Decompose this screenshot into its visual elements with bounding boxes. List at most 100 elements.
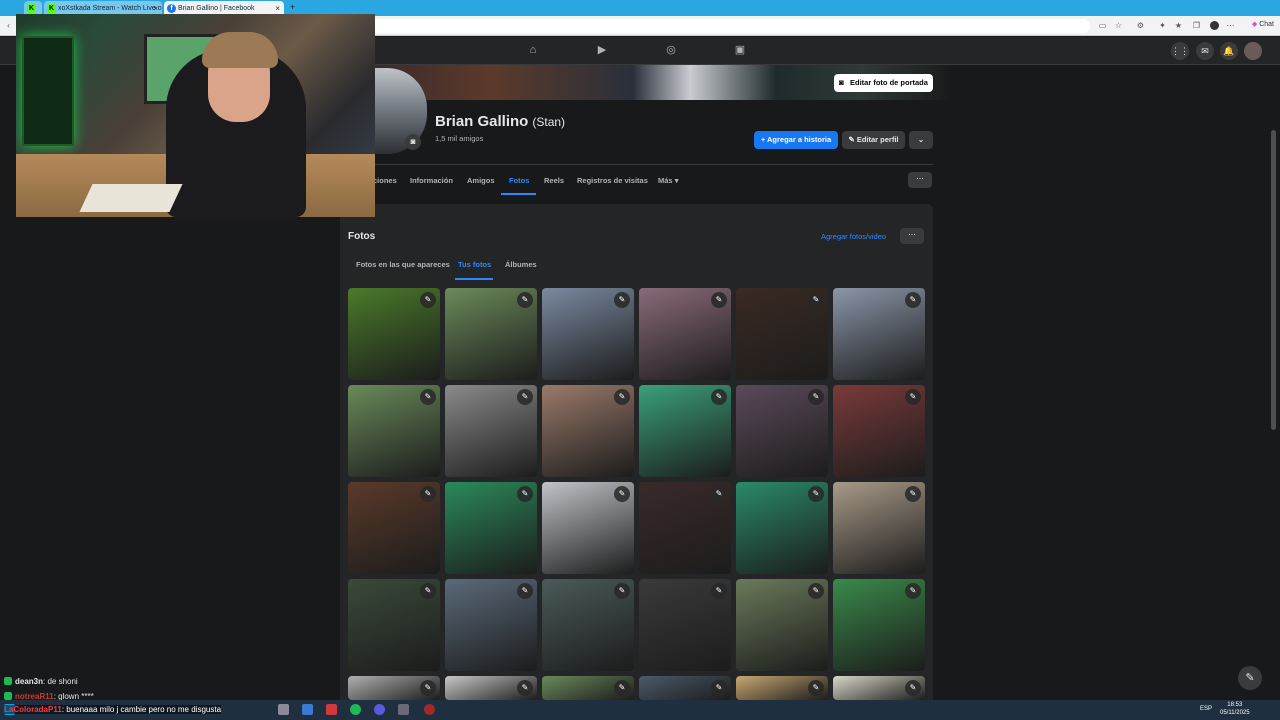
spotify-icon[interactable] <box>350 704 361 715</box>
photo-thumbnail[interactable]: ✎ <box>736 579 828 671</box>
photo-thumbnail[interactable]: ✎ <box>348 579 440 671</box>
edit-pencil-icon[interactable]: ✎ <box>420 389 436 405</box>
taskbar-app-icon[interactable] <box>278 704 289 715</box>
photo-thumbnail[interactable]: ✎ <box>736 288 828 380</box>
new-tab-icon[interactable]: + <box>290 2 295 12</box>
photo-thumbnail[interactable]: ✎ <box>639 579 731 671</box>
profile-avatar-icon[interactable] <box>1210 21 1219 30</box>
camera-icon[interactable]: ◙ <box>405 134 421 150</box>
photo-thumbnail[interactable]: ✎ <box>542 676 634 700</box>
edit-pencil-icon[interactable]: ✎ <box>420 583 436 599</box>
groups-icon[interactable]: ◎ <box>665 44 677 56</box>
subtab-tagged[interactable]: Fotos en las que apareces <box>356 260 450 269</box>
edit-pencil-icon[interactable]: ✎ <box>614 389 630 405</box>
edit-pencil-icon[interactable]: ✎ <box>808 486 824 502</box>
photo-thumbnail[interactable]: ✎ <box>445 385 537 477</box>
edit-pencil-icon[interactable]: ✎ <box>420 486 436 502</box>
tab-amigos[interactable]: Amigos <box>467 176 495 185</box>
menu-icon[interactable]: ⋯ <box>1226 21 1235 30</box>
home-icon[interactable]: ⌂ <box>527 44 539 56</box>
photo-thumbnail[interactable]: ✎ <box>639 385 731 477</box>
edit-pencil-icon[interactable]: ✎ <box>711 583 727 599</box>
collections-icon[interactable]: ❐ <box>1192 21 1201 30</box>
edit-pencil-icon[interactable]: ✎ <box>808 292 824 308</box>
photo-thumbnail[interactable]: ✎ <box>833 385 925 477</box>
photo-thumbnail[interactable]: ✎ <box>736 385 828 477</box>
friends-count[interactable]: 1,5 mil amigos <box>435 134 483 143</box>
tab-reels[interactable]: Reels <box>544 176 564 185</box>
tab-ciones[interactable]: ciones <box>373 176 397 185</box>
reader-icon[interactable]: ▭ <box>1098 21 1107 30</box>
edit-pencil-icon[interactable]: ✎ <box>905 292 921 308</box>
edit-pencil-icon[interactable]: ✎ <box>808 583 824 599</box>
edit-pencil-icon[interactable]: ✎ <box>905 583 921 599</box>
account-avatar[interactable] <box>1244 42 1262 60</box>
edit-profile-button[interactable]: ✎ Editar perfil <box>842 131 905 149</box>
edit-pencil-icon[interactable]: ✎ <box>517 680 533 696</box>
tab-informacion[interactable]: Información <box>410 176 453 185</box>
edit-pencil-icon[interactable]: ✎ <box>905 389 921 405</box>
more-options-icon[interactable]: ⋯ <box>908 172 932 188</box>
edit-pencil-icon[interactable]: ✎ <box>614 680 630 696</box>
edit-cover-button[interactable]: ◙ Editar foto de portada <box>834 74 933 92</box>
tab-fotos[interactable]: Fotos <box>509 176 529 185</box>
photo-thumbnail[interactable]: ✎ <box>348 482 440 574</box>
photo-thumbnail[interactable]: ✎ <box>445 288 537 380</box>
edit-pencil-icon[interactable]: ✎ <box>905 680 921 696</box>
more-options-icon[interactable]: ⋯ <box>900 228 924 244</box>
add-photos-link[interactable]: Agregar fotos/video <box>821 232 886 241</box>
edit-pencil-icon[interactable]: ✎ <box>711 292 727 308</box>
video-icon[interactable]: ▶ <box>596 44 608 56</box>
photo-thumbnail[interactable]: ✎ <box>348 385 440 477</box>
clock[interactable]: 18:53 05/11/2025 <box>1220 701 1250 717</box>
back-icon[interactable]: ‹ <box>4 21 13 30</box>
edit-pencil-icon[interactable]: ✎ <box>517 486 533 502</box>
edit-pencil-icon[interactable]: ✎ <box>614 583 630 599</box>
add-story-button[interactable]: + Agregar a historia <box>754 131 838 149</box>
edit-pencil-icon[interactable]: ✎ <box>614 486 630 502</box>
edit-pencil-icon[interactable]: ✎ <box>905 486 921 502</box>
photo-thumbnail[interactable]: ✎ <box>833 482 925 574</box>
photo-thumbnail[interactable]: ✎ <box>833 288 925 380</box>
edit-pencil-icon[interactable]: ✎ <box>711 389 727 405</box>
photo-thumbnail[interactable]: ✎ <box>445 676 537 700</box>
photo-thumbnail[interactable]: ✎ <box>833 579 925 671</box>
edit-pencil-icon[interactable]: ✎ <box>420 292 436 308</box>
taskbar-app-icon[interactable] <box>326 704 337 715</box>
photo-thumbnail[interactable]: ✎ <box>348 676 440 700</box>
photo-thumbnail[interactable]: ✎ <box>542 579 634 671</box>
taskbar-app-icon[interactable] <box>398 704 409 715</box>
menu-grid-icon[interactable]: ⋮⋮ <box>1171 42 1189 60</box>
gaming-icon[interactable]: ▣ <box>734 44 746 56</box>
photo-thumbnail[interactable]: ✎ <box>639 288 731 380</box>
photo-thumbnail[interactable]: ✎ <box>639 482 731 574</box>
mail-icon[interactable] <box>302 704 313 715</box>
edit-pencil-icon[interactable]: ✎ <box>420 680 436 696</box>
chat-button[interactable]: ◆ Chat <box>1252 20 1274 28</box>
edit-pencil-icon[interactable]: ✎ <box>808 680 824 696</box>
tab-mas[interactable]: Más ▾ <box>658 176 678 185</box>
obs-icon[interactable] <box>424 704 435 715</box>
star-icon[interactable]: ☆ <box>1114 21 1123 30</box>
extension-icon[interactable]: ⚙ <box>1136 21 1145 30</box>
photo-thumbnail[interactable]: ✎ <box>348 288 440 380</box>
photo-thumbnail[interactable]: ✎ <box>639 676 731 700</box>
edit-pencil-icon[interactable]: ✎ <box>614 292 630 308</box>
scrollbar[interactable] <box>1271 130 1276 430</box>
edit-pencil-icon[interactable]: ✎ <box>517 583 533 599</box>
chevron-down-icon[interactable]: ⌄ <box>909 131 933 149</box>
edit-pencil-icon[interactable]: ✎ <box>517 292 533 308</box>
photo-thumbnail[interactable]: ✎ <box>542 385 634 477</box>
edit-pencil-icon[interactable]: ✎ <box>711 680 727 696</box>
edit-pencil-icon[interactable]: ✎ <box>808 389 824 405</box>
tab-registros[interactable]: Registros de visitas <box>577 176 648 185</box>
subtab-albums[interactable]: Álbumes <box>505 260 537 269</box>
new-message-icon[interactable]: ✎ <box>1238 666 1262 690</box>
messenger-icon[interactable]: ✉ <box>1196 42 1214 60</box>
photo-thumbnail[interactable]: ✎ <box>736 482 828 574</box>
photo-thumbnail[interactable]: ✎ <box>542 482 634 574</box>
photo-thumbnail[interactable]: ✎ <box>445 579 537 671</box>
edit-pencil-icon[interactable]: ✎ <box>711 486 727 502</box>
subtab-your-photos[interactable]: Tus fotos <box>458 260 491 269</box>
photo-thumbnail[interactable]: ✎ <box>445 482 537 574</box>
